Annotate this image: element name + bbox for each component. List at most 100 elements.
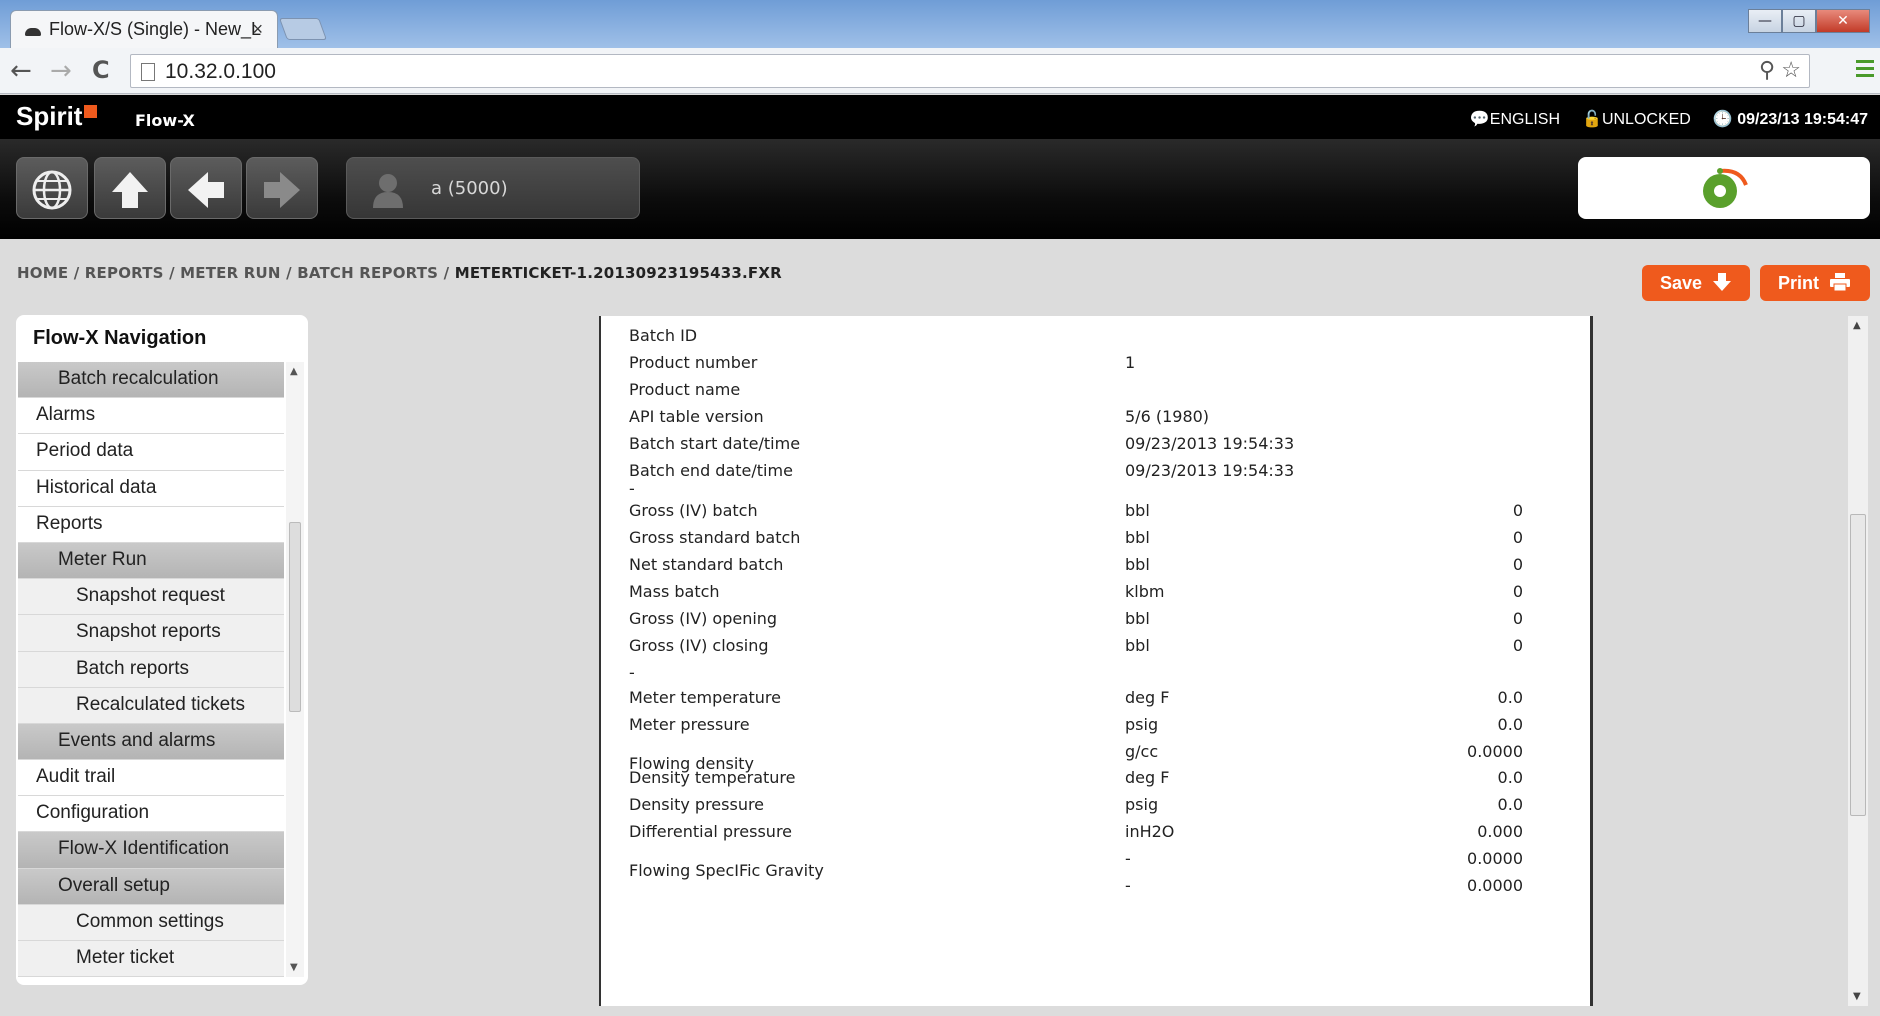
save-label: Save <box>1660 273 1703 293</box>
nav-item[interactable]: Snapshot request <box>18 579 284 616</box>
breadcrumb: HOME / REPORTS / METER RUN / BATCH REPOR… <box>17 264 782 282</box>
page-icon <box>141 63 155 81</box>
nav-item[interactable]: Reports <box>18 506 284 543</box>
report-value: 0.000 <box>1477 822 1523 841</box>
report-label: Differential pressure <box>629 822 793 841</box>
report-unit: 09/23/2013 19:54:33 <box>1125 434 1295 453</box>
nav-item[interactable]: Flow-X Identification <box>18 832 284 869</box>
report-row: - <box>601 479 1590 503</box>
report-value: 0.0 <box>1497 688 1523 707</box>
report-row: Gross standard batch bbl 0 <box>601 528 1590 552</box>
breadcrumb-current: METERTICKET-1.20130923195433.FXR <box>454 264 782 282</box>
browser-tab[interactable]: Flow-X/S (Single) - New_L × <box>10 10 278 48</box>
nav-item[interactable]: Meter Run <box>18 542 284 580</box>
minimize-button[interactable]: — <box>1748 9 1782 33</box>
product-name: Flow-X <box>135 111 195 130</box>
forward-nav-button[interactable] <box>246 157 318 219</box>
navigation-scrollbar[interactable]: ▲ ▼ <box>286 362 304 977</box>
brand-panel <box>1578 157 1870 219</box>
forward-button[interactable]: → <box>50 56 72 86</box>
report-row: - 0.0000 <box>601 876 1590 900</box>
report-unit: deg F <box>1125 688 1170 707</box>
back-nav-button[interactable] <box>170 157 242 219</box>
nav-item[interactable]: Meter ticket <box>18 941 284 977</box>
url-text: 10.32.0.100 <box>165 60 276 83</box>
scroll-up-icon[interactable]: ▲ <box>290 366 298 377</box>
download-icon <box>1713 273 1732 291</box>
nav-item[interactable]: Configuration <box>18 796 284 833</box>
language-selector[interactable]: 💬ENGLISH <box>1470 109 1560 129</box>
nav-item[interactable]: Historical data <box>18 470 284 507</box>
report-unit: klbm <box>1125 582 1165 601</box>
report-row: Gross (IV) opening bbl 0 <box>601 609 1590 633</box>
report-row: - <box>601 663 1590 687</box>
report-value: 0 <box>1512 528 1523 547</box>
globe-button[interactable] <box>16 157 88 219</box>
report-unit: bbl <box>1125 609 1150 628</box>
navigation-list[interactable]: Batch recalculation Alarms Period data Hist… <box>18 362 284 977</box>
nav-item[interactable]: Common settings <box>18 904 284 941</box>
lock-status[interactable]: 🔓UNLOCKED <box>1582 109 1691 129</box>
up-button[interactable] <box>94 157 166 219</box>
report-unit: 5/6 (1980) <box>1125 407 1210 426</box>
report-unit: 09/23/2013 19:54:33 <box>1125 461 1295 480</box>
globe-icon <box>32 170 72 210</box>
nav-item[interactable]: Alarms <box>18 398 284 435</box>
maximize-button[interactable]: ▢ <box>1782 9 1816 33</box>
report-label: Gross (IV) batch <box>629 501 758 520</box>
nav-item[interactable]: Snapshot reports <box>18 615 284 652</box>
report-row: Net standard batch bbl 0 <box>601 555 1590 579</box>
close-window-button[interactable]: ✕ <box>1816 9 1870 33</box>
report-label: Batch end date/time <box>629 461 793 480</box>
new-tab-button[interactable] <box>278 18 328 40</box>
breadcrumb-path[interactable]: HOME / REPORTS / METER RUN / BATCH REPOR… <box>17 264 455 282</box>
report-label: Product number <box>629 353 758 372</box>
scrollbar-thumb[interactable] <box>289 522 301 712</box>
nav-item[interactable]: Audit trail <box>18 760 284 797</box>
nav-item[interactable]: Batch reports <box>18 651 284 688</box>
nav-item[interactable]: Events and alarms <box>18 723 284 761</box>
page-favicon-icon <box>25 28 41 36</box>
report-value: 0.0 <box>1497 768 1523 787</box>
report-unit: 1 <box>1125 353 1136 372</box>
status-bar: 💬ENGLISH 🔓UNLOCKED 🕒 09/23/13 19:54:47 <box>1470 109 1868 129</box>
report-label: Density temperature <box>629 768 796 787</box>
report-label: API table version <box>629 407 764 426</box>
nav-item[interactable]: Period data <box>18 434 284 471</box>
back-button[interactable]: ← <box>10 56 32 86</box>
browser-tabstrip: Flow-X/S (Single) - New_L × — ▢ ✕ <box>0 0 1880 48</box>
user-box[interactable]: a (5000) <box>346 157 640 219</box>
report-unit: - <box>1125 876 1131 895</box>
report-row: Gross (IV) closing bbl 0 <box>601 636 1590 660</box>
navigation-title: Flow-X Navigation <box>33 327 207 349</box>
url-input[interactable]: 10.32.0.100 ⚲ ☆ <box>130 54 1810 88</box>
report-value: 0.0 <box>1497 795 1523 814</box>
browser-menu-icon[interactable] <box>1856 60 1874 80</box>
arrow-left-icon <box>188 172 224 208</box>
report-row: Product number 1 <box>601 353 1590 377</box>
report-value: 0 <box>1512 582 1523 601</box>
user-icon <box>373 174 403 208</box>
report-label: Meter temperature <box>629 688 781 707</box>
reload-button[interactable]: C <box>92 56 110 84</box>
tab-close-icon[interactable]: × <box>252 19 263 40</box>
nav-item[interactable]: Recalculated tickets <box>18 687 284 724</box>
nav-item[interactable]: Overall setup <box>18 868 284 905</box>
report-value: 0.0 <box>1497 715 1523 734</box>
flow-x-navigation: Flow-X Navigation Batch recalculation Ala… <box>16 315 308 985</box>
report-label: - <box>629 479 635 498</box>
address-bar: ← → C 10.32.0.100 ⚲ ☆ <box>0 48 1880 94</box>
bookmark-star-icon[interactable]: ⚲ ☆ <box>1759 57 1801 83</box>
nav-item[interactable]: Batch recalculation <box>18 362 284 399</box>
report-value: 0.0000 <box>1467 876 1523 895</box>
page-scroll-up-icon[interactable]: ▲ <box>1853 320 1861 331</box>
save-button[interactable]: Save <box>1642 265 1750 301</box>
print-button[interactable]: Print <box>1760 265 1870 301</box>
page-scrollbar-thumb[interactable] <box>1850 514 1866 816</box>
tab-title: Flow-X/S (Single) - New_L <box>49 19 262 39</box>
report-label: Batch ID <box>629 326 698 345</box>
page-scroll-down-icon[interactable]: ▼ <box>1853 991 1861 1002</box>
app-header: Spirit Flow-X 💬ENGLISH 🔓UNLOCKED 🕒 09/23… <box>0 95 1880 139</box>
page-scrollbar[interactable]: ▲ ▼ <box>1848 316 1868 1006</box>
scroll-down-icon[interactable]: ▼ <box>290 962 298 973</box>
